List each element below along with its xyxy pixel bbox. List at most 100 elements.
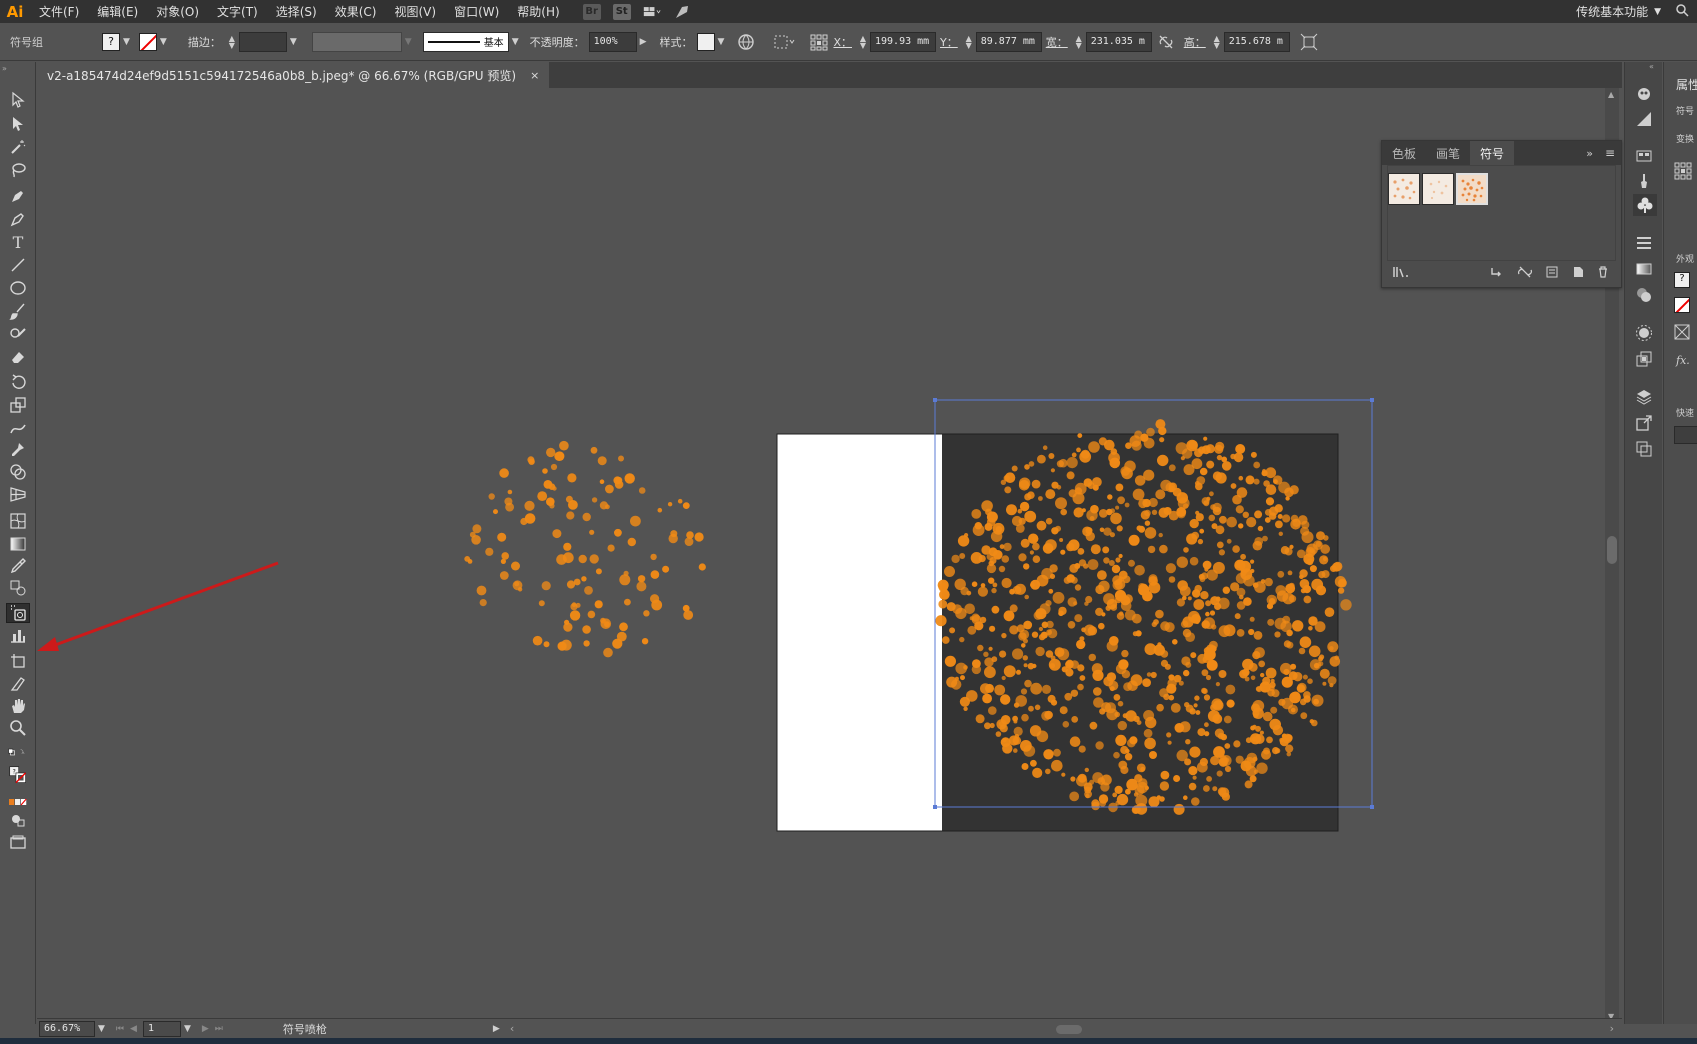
brush-definition[interactable]: 基本 [422,31,509,52]
column-graph-tool-icon[interactable] [6,625,30,645]
chevron-down-icon[interactable]: ▼ [718,37,725,47]
horizontal-scrollbar[interactable] [520,1022,1603,1036]
drawing-modes-icon[interactable] [6,810,30,830]
gradient-panel-icon[interactable] [1635,260,1653,282]
transform-icon[interactable] [1300,33,1318,51]
menu-edit[interactable]: 编辑(E) [88,3,147,20]
reference-point-icon[interactable] [1674,162,1692,183]
symbol-swatch[interactable] [1422,173,1454,205]
symbol-libraries-menu-icon[interactable] [1392,266,1410,281]
appearance-icon[interactable] [1635,324,1653,346]
scroll-thumb[interactable] [1056,1024,1083,1034]
menu-type[interactable]: 文字(T) [208,3,267,20]
menu-effect[interactable]: 效果(C) [326,3,386,20]
mesh-tool-icon[interactable] [6,511,30,531]
type-tool-icon[interactable]: T [6,232,30,252]
selection-handle[interactable] [933,398,937,402]
lasso-tool-icon[interactable] [6,160,30,180]
fx-icon[interactable]: fx. [1676,354,1690,367]
selection-handle[interactable] [933,805,937,809]
y-input[interactable]: 89.877 mm [975,31,1042,52]
delete-symbol-icon[interactable] [1597,265,1609,281]
chevron-down-icon[interactable]: ▼ [160,37,167,47]
artboard-number-input[interactable]: 1 [142,1020,181,1037]
opacity-input[interactable]: 100% [588,31,637,52]
place-symbol-instance-icon[interactable] [1489,266,1503,281]
scroll-left-icon[interactable]: ‹ [510,1022,514,1035]
graphic-styles-icon[interactable] [1635,350,1653,372]
pen-tool-icon[interactable] [6,186,30,206]
shaper-tool-icon[interactable] [6,324,30,344]
stroke-stepper[interactable]: ▲ ▼ [227,34,237,49]
height-input[interactable]: 215.678 m [1223,31,1290,52]
variable-width-profile[interactable] [311,31,402,52]
menu-view[interactable]: 视图(V) [385,3,445,20]
bridge-icon[interactable]: Br [582,3,601,20]
puppet-warp-tool-icon[interactable] [6,440,30,460]
swatches-icon[interactable] [1635,147,1653,169]
chevron-down-icon[interactable]: ▼ [405,37,412,47]
hand-tool-icon[interactable] [6,696,30,716]
workspace-switcher[interactable]: 传统基本功能 ▼ [1576,3,1661,20]
chevron-down-icon[interactable]: ▼ [98,1024,105,1034]
ellipse-tool-icon[interactable] [6,278,30,298]
stroke-weight-input[interactable] [238,31,287,52]
asset-export-icon[interactable] [1635,414,1653,436]
menu-object[interactable]: 对象(O) [147,3,208,20]
collapse-panel-icon[interactable]: » [1580,141,1599,165]
perspective-grid-tool-icon[interactable] [6,484,30,504]
brushes-icon[interactable] [1635,172,1653,194]
chevron-down-icon[interactable]: ▼ [184,1024,191,1034]
paintbrush-tool-icon[interactable] [6,301,30,321]
height-stepper[interactable]: ▲ ▼ [1212,34,1222,49]
menu-window[interactable]: 窗口(W) [445,3,508,20]
arrange-documents-icon[interactable] [643,4,661,20]
zoom-tool-icon[interactable] [6,718,30,738]
eraser-tool-icon[interactable] [6,347,30,367]
scale-tool-icon[interactable] [6,395,30,415]
chevron-down-icon[interactable]: ▼ [512,37,519,47]
x-stepper[interactable]: ▲ ▼ [858,34,868,49]
width-input[interactable]: 231.035 m [1085,31,1152,52]
color-guide-icon[interactable] [1635,84,1653,106]
search-help-icon[interactable] [1675,3,1689,20]
layers-icon[interactable] [1635,388,1653,410]
menu-help[interactable]: 帮助(H) [508,3,568,20]
width-stepper[interactable]: ▲ ▼ [1074,34,1084,49]
align-dropdown-icon[interactable] [773,33,797,51]
first-artboard-icon[interactable]: ⏮ [116,1024,124,1034]
selection-handle[interactable] [1370,805,1374,809]
color-icon[interactable] [1635,110,1653,132]
appearance-stroke-swatch[interactable] [1674,297,1690,313]
symbol-set-sparse[interactable] [464,440,706,658]
last-artboard-icon[interactable]: ⏭ [215,1024,223,1034]
rotate-tool-icon[interactable] [6,372,30,392]
appearance-fill-swatch[interactable]: ? [1674,272,1690,288]
slice-tool-icon[interactable] [6,674,30,694]
color-gradient-none-icon[interactable] [6,792,30,812]
warp-tool-icon[interactable] [6,418,30,438]
artboard-tool-icon[interactable] [6,651,30,671]
stroke-panel-icon[interactable] [1635,234,1653,256]
selection-tool-icon[interactable] [6,90,30,110]
tab-swatches[interactable]: 色板 [1382,141,1426,165]
menu-select[interactable]: 选择(S) [267,3,326,20]
menu-file[interactable]: 文件(F) [30,3,88,20]
y-stepper[interactable]: ▲ ▼ [964,34,974,49]
magic-wand-tool-icon[interactable] [6,137,30,157]
document-tab[interactable]: v2-a185474d24ef9d5151c594172546a0b8_b.jp… [37,62,550,88]
symbol-swatch-selected[interactable] [1456,173,1488,205]
tab-brushes[interactable]: 画笔 [1426,141,1470,165]
selection-handle[interactable] [1370,398,1374,402]
shape-builder-tool-icon[interactable] [6,462,30,482]
graphic-style-swatch[interactable] [696,32,715,51]
canvas[interactable] [37,88,1608,1023]
screen-mode-icon[interactable] [6,832,30,852]
gpu-performance-icon[interactable] [673,4,691,20]
chevron-down-icon[interactable]: ▼ [123,37,130,47]
close-icon[interactable]: × [530,69,539,82]
curvature-tool-icon[interactable] [6,209,30,229]
fill-stroke-swatches-icon[interactable]: ? [6,760,30,790]
symbol-sprayer-tool-icon[interactable] [6,603,30,623]
status-menu-arrow-icon[interactable]: ▶ [493,1024,500,1034]
